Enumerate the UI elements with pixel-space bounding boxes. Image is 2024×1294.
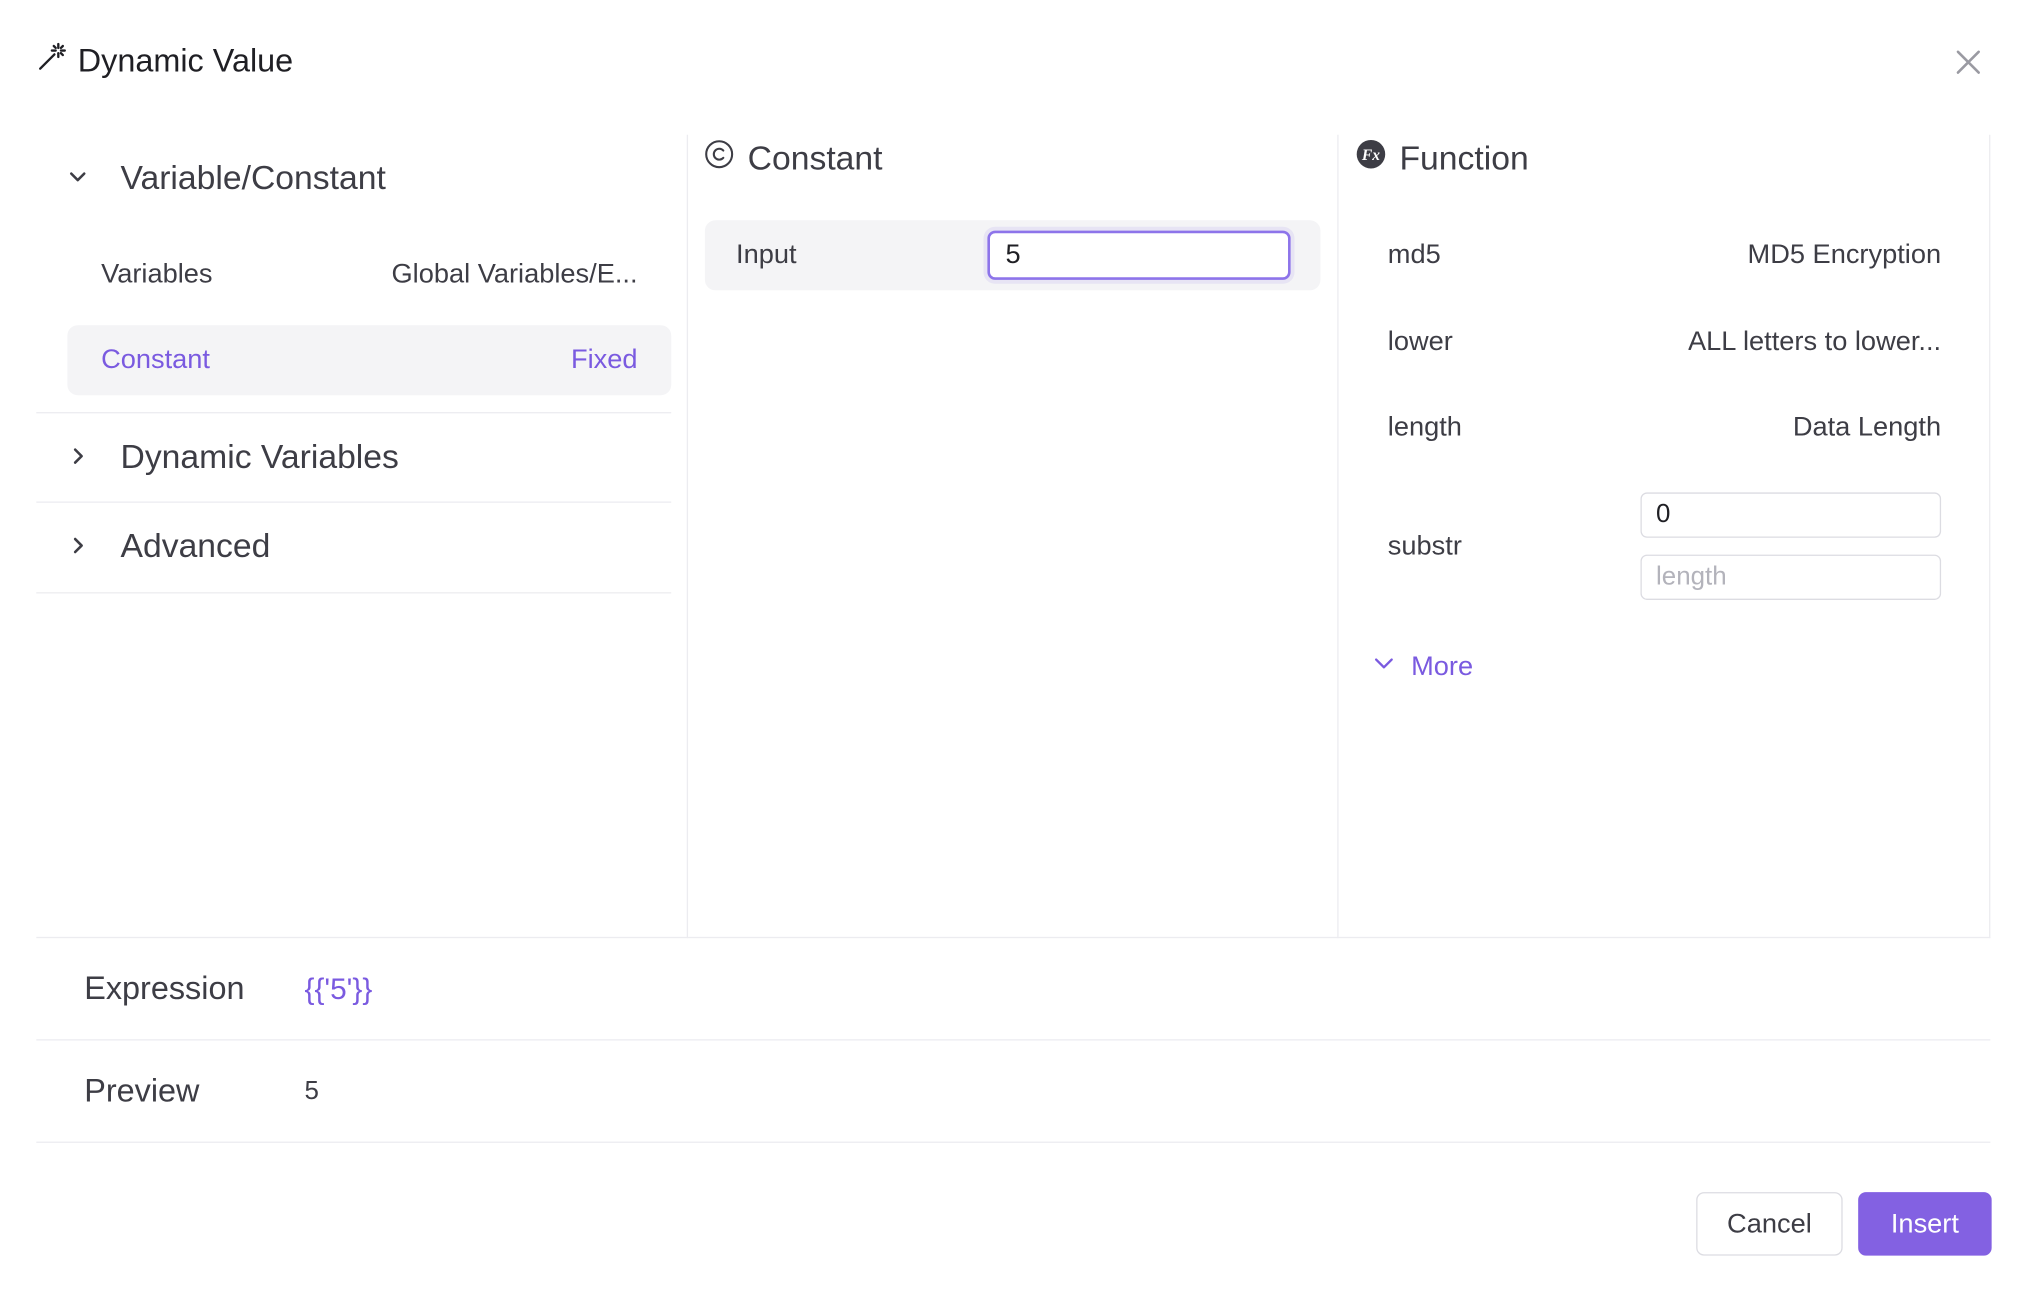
chevron-right-icon	[36, 444, 120, 467]
more-button[interactable]: More	[1372, 648, 1473, 687]
preview-row: Preview 5	[36, 1041, 1991, 1143]
divider	[36, 592, 672, 594]
more-label: More	[1411, 651, 1474, 682]
magic-wand-icon	[36, 41, 67, 81]
panel-divider	[1989, 134, 1991, 939]
cancel-button[interactable]: Cancel	[1696, 1192, 1843, 1256]
list-item-variables[interactable]: Variables Global Variables/E...	[67, 240, 671, 310]
item-label: Variables	[101, 259, 213, 289]
function-description: ALL letters to lower...	[1688, 326, 1942, 357]
close-icon[interactable]	[1954, 48, 1983, 77]
substr-start-input[interactable]	[1640, 492, 1942, 538]
group-label: Dynamic Variables	[120, 436, 399, 475]
copyright-icon	[704, 138, 735, 178]
function-item-md5[interactable]: md5 MD5 Encryption	[1355, 220, 1941, 290]
constant-input[interactable]	[987, 230, 1291, 280]
chevron-down-icon	[36, 166, 120, 189]
chevron-down-icon	[1372, 652, 1395, 683]
group-label: Variable/Constant	[120, 157, 386, 197]
dialog-title: Dynamic Value	[77, 42, 294, 79]
group-label: Advanced	[120, 525, 271, 565]
constant-panel-title: Constant	[747, 138, 883, 177]
expression-label: Expression	[84, 969, 245, 1007]
svg-text:Fx: Fx	[1361, 146, 1380, 163]
function-item-length[interactable]: length Data Length	[1355, 393, 1941, 463]
input-label: Input	[736, 239, 797, 270]
list-item-constant[interactable]: Constant Fixed	[67, 325, 672, 396]
preview-label: Preview	[84, 1072, 200, 1109]
panel-divider	[1337, 134, 1339, 939]
item-label: Constant	[101, 344, 211, 375]
substr-length-input[interactable]	[1640, 554, 1942, 600]
insert-button[interactable]: Insert	[1858, 1192, 1992, 1256]
function-description: MD5 Encryption	[1747, 239, 1942, 270]
close-button[interactable]	[1949, 43, 1988, 82]
group-variable-constant[interactable]: Variable/Constant	[36, 135, 671, 221]
group-dynamic-variables[interactable]: Dynamic Variables	[36, 413, 671, 499]
function-fx-icon: Fx	[1355, 138, 1386, 178]
function-name: md5	[1387, 239, 1441, 270]
function-panel-title: Function	[1399, 138, 1529, 177]
function-item-lower[interactable]: lower ALL letters to lower...	[1355, 307, 1941, 377]
preview-value: 5	[304, 1076, 319, 1105]
expression-value: {{'5'}}	[304, 971, 373, 1005]
function-name: lower	[1387, 326, 1453, 357]
selector-panels: Variable/Constant Variables Global Varia…	[36, 134, 1991, 939]
item-description: Global Variables/E...	[391, 259, 638, 289]
dialog-header: Dynamic Value	[36, 39, 293, 83]
function-panel-header: Fx Function	[1355, 135, 1529, 182]
expression-row: Expression {{'5'}}	[36, 938, 1991, 1041]
dynamic-value-dialog: Dynamic Value Variable/Constant Variable…	[0, 0, 2024, 1294]
chevron-right-icon	[36, 534, 120, 557]
item-description: Fixed	[570, 344, 638, 375]
group-advanced[interactable]: Advanced	[36, 503, 671, 589]
function-name: length	[1387, 412, 1462, 442]
constant-panel-header: Constant	[704, 135, 883, 182]
panel-divider	[686, 134, 689, 939]
function-item-substr[interactable]: substr	[1388, 531, 1462, 562]
function-description: Data Length	[1792, 412, 1942, 442]
constant-input-row: Input	[704, 220, 1321, 291]
